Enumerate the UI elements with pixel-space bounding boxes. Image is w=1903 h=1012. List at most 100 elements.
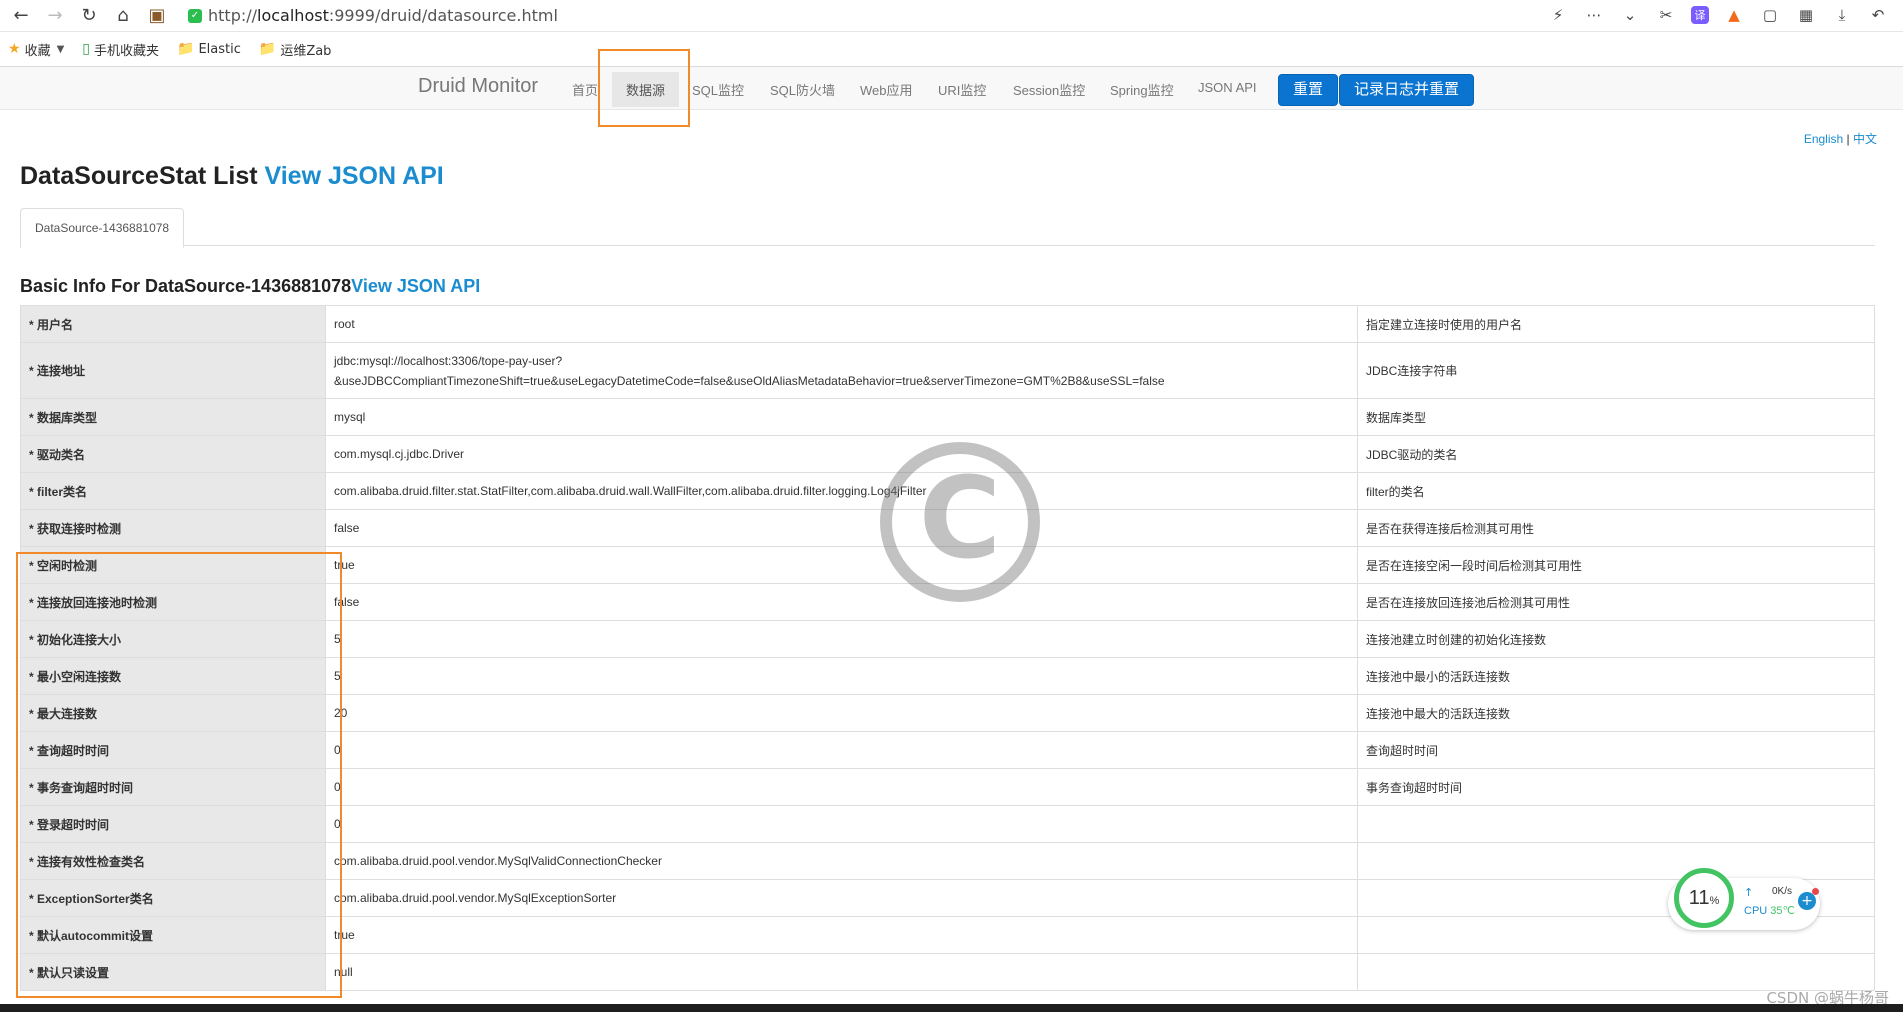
section-json-api-link[interactable]: View JSON API [351, 276, 480, 296]
view-json-api-link[interactable]: View JSON API [265, 162, 444, 190]
row-key: * 驱动类名 [20, 435, 326, 473]
row-value: 0 [325, 768, 1358, 806]
row-desc: 连接池中最大的活跃连接数 [1357, 694, 1875, 732]
address-bar[interactable]: ✓ http://localhost:9999/druid/datasource… [182, 4, 1512, 28]
nav-home[interactable]: 首页 [572, 80, 598, 99]
reset-button[interactable]: 重置 [1278, 74, 1339, 106]
row-key: * 连接地址 [20, 342, 326, 399]
bookmark-elastic[interactable]: 📁 Elastic [177, 41, 241, 57]
tabs-divider [20, 245, 1875, 246]
phone-icon: ▯ [82, 41, 90, 57]
url-host: localhost [257, 6, 329, 25]
star-icon: ★ [8, 41, 21, 57]
row-key: * filter类名 [20, 472, 326, 510]
highlight-annotation [16, 552, 342, 998]
copyright-icon: C [880, 442, 1040, 602]
table-row: * 用户名 root 指定建立连接时使用的用户名 [20, 305, 1875, 343]
cpu-label-text: CPU [1744, 905, 1768, 917]
home-icon[interactable]: ⌂ [110, 3, 136, 29]
back-arrow-icon[interactable]: ← [8, 3, 34, 29]
bookmarks-bar: ★ 收藏 ▼ ▯ 手机收藏夹 📁 Elastic 📁 运维Zab [0, 32, 1903, 67]
row-desc: 查询超时时间 [1357, 731, 1875, 769]
row-desc [1357, 805, 1875, 843]
notification-dot [1812, 888, 1819, 895]
row-desc: 是否在连接放回连接池后检测其可用性 [1357, 583, 1875, 621]
row-value: 20 [325, 694, 1358, 732]
nav-sql-monitor[interactable]: SQL监控 [692, 80, 744, 99]
row-value: 0 [325, 805, 1358, 843]
row-value: 5 [325, 657, 1358, 695]
bookmark-label: Elastic [198, 41, 241, 57]
url-prefix: http:// [208, 6, 258, 25]
bookmark-label: 收藏 [24, 43, 51, 59]
forward-arrow-icon[interactable]: → [42, 3, 68, 29]
log-and-reset-button[interactable]: 记录日志并重置 [1339, 74, 1475, 106]
row-desc: filter的类名 [1357, 472, 1875, 510]
nav-session-monitor[interactable]: Session监控 [1013, 80, 1085, 99]
briefcase-icon[interactable]: ▣ [144, 3, 170, 29]
row-value: null [325, 953, 1358, 991]
row-value: 0 [325, 731, 1358, 769]
chevron-down-icon: ▼ [56, 43, 65, 55]
bookmark-mobile[interactable]: ▯ 手机收藏夹 [82, 40, 159, 59]
lightning-icon[interactable]: ⚡ [1547, 4, 1569, 26]
nav-json-api[interactable]: JSON API [1198, 80, 1257, 95]
url-path: :9999/druid/datasource.html [328, 6, 558, 25]
lang-separator: | [1846, 132, 1850, 146]
page-title: DataSourceStat List View JSON API [20, 162, 444, 191]
row-desc [1357, 842, 1875, 880]
folder-icon: 📁 [177, 41, 195, 57]
window-icon[interactable]: ▢ [1759, 4, 1781, 26]
apps-grid-icon[interactable]: ▦ [1795, 4, 1817, 26]
shield-icon: ✓ [188, 8, 202, 23]
nav-uri-monitor[interactable]: URI监控 [938, 80, 986, 99]
cpu-temp: 35℃ [1770, 905, 1795, 917]
nav-web-app[interactable]: Web应用 [860, 80, 913, 99]
row-value: 5 [325, 620, 1358, 658]
translate-icon[interactable]: 译 [1691, 6, 1709, 24]
row-value-line: &useJDBCCompliantTimezoneShift=true&useL… [334, 373, 1165, 388]
nav-sql-firewall[interactable]: SQL防火墙 [770, 80, 835, 99]
lang-english[interactable]: English [1804, 132, 1843, 146]
tab-datasource[interactable]: DataSource-1436881078 [20, 208, 185, 248]
row-value: true [325, 546, 1358, 584]
reload-icon[interactable]: ↻ [76, 3, 102, 29]
row-desc: 是否在连接空闲一段时间后检测其可用性 [1357, 546, 1875, 584]
table-row: * 连接地址 jdbc:mysql://localhost:3306/tope-… [20, 342, 1875, 399]
bookmark-favorites[interactable]: ★ 收藏 ▼ [8, 40, 64, 59]
section-title-text: Basic Info For DataSource-1436881078 [20, 276, 352, 296]
bookmark-label: 手机收藏夹 [94, 43, 160, 59]
download-icon[interactable]: ⤓ [1831, 4, 1853, 26]
undo-icon[interactable]: ↶ [1867, 4, 1889, 26]
chevron-down-icon[interactable]: ⌄ [1619, 4, 1641, 26]
browser-toolbar: ← → ↻ ⌂ ▣ ✓ http://localhost:9999/druid/… [0, 0, 1903, 32]
druid-navbar: Druid Monitor 首页 数据源 SQL监控 SQL防火墙 Web应用 … [0, 67, 1903, 110]
page-title-text: DataSourceStat List [20, 162, 258, 190]
row-value: com.alibaba.druid.filter.stat.StatFilter… [325, 472, 1358, 510]
section-title: Basic Info For DataSource-1436881078View… [20, 276, 480, 297]
row-desc: 连接池中最小的活跃连接数 [1357, 657, 1875, 695]
scissors-icon[interactable]: ✂ [1655, 4, 1677, 26]
row-desc: JDBC连接字符串 [1357, 342, 1875, 399]
row-desc: JDBC驱动的类名 [1357, 435, 1875, 473]
row-desc: 是否在获得连接后检测其可用性 [1357, 509, 1875, 547]
lang-chinese[interactable]: 中文 [1853, 132, 1877, 146]
table-row: * 数据库类型 mysql 数据库类型 [20, 398, 1875, 436]
row-desc: 数据库类型 [1357, 398, 1875, 436]
cpu-gauge[interactable]: 11% [1674, 868, 1734, 928]
row-key: * 获取连接时检测 [20, 509, 326, 547]
row-desc: 指定建立连接时使用的用户名 [1357, 305, 1875, 343]
row-desc: 连接池建立时创建的初始化连接数 [1357, 620, 1875, 658]
nav-spring-monitor[interactable]: Spring监控 [1110, 80, 1174, 99]
game-icon[interactable]: ▲ [1723, 4, 1745, 26]
language-switcher: English | 中文 [1804, 130, 1877, 147]
row-value: false [325, 583, 1358, 621]
more-icon[interactable]: ⋯ [1583, 4, 1605, 26]
folder-icon: 📁 [258, 41, 277, 57]
bookmark-label: 运维Zab [280, 43, 332, 59]
bookmark-zabbix[interactable]: 📁 运维Zab [259, 40, 332, 59]
brand-title[interactable]: Druid Monitor [418, 75, 538, 98]
cpu-label: CPU 35℃ [1744, 904, 1795, 917]
row-key: * 用户名 [20, 305, 326, 343]
row-desc [1357, 953, 1875, 991]
